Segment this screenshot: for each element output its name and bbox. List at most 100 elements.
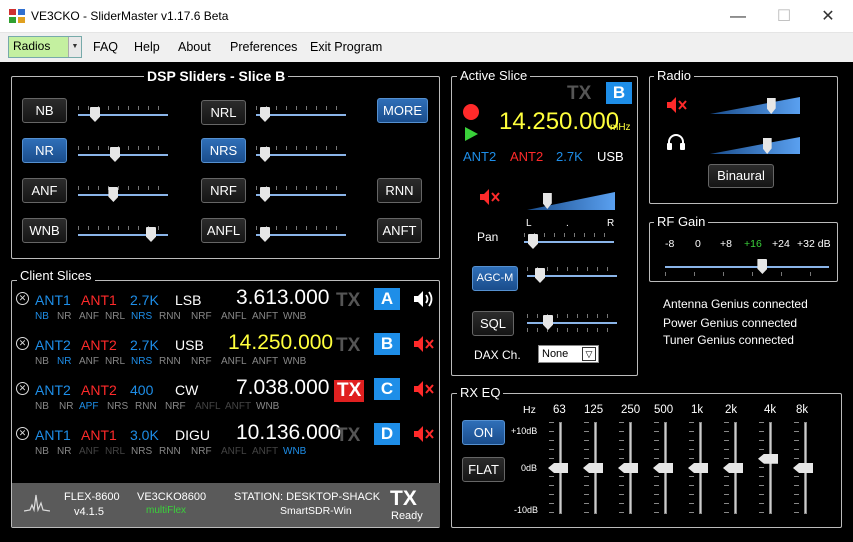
slider-thumb[interactable] [90,107,100,122]
menu-faq[interactable]: FAQ [93,40,118,54]
wnb-slider[interactable] [78,226,168,244]
slice-flag[interactable]: NRS [131,446,152,457]
slice-flag[interactable]: NB [35,356,49,367]
nrl-button[interactable]: NRL [201,100,246,125]
pan-slider[interactable] [524,233,614,251]
anft-button[interactable]: ANFT [377,218,422,243]
slice-tx-antenna[interactable]: ANT2 [81,337,117,353]
slice-flag[interactable]: NRS [131,311,152,322]
slice-flag[interactable]: ANFL [221,446,247,457]
eq-band-slider[interactable] [758,422,778,514]
slice-mode[interactable]: CW [175,382,198,398]
nr-button[interactable]: NR [22,138,67,163]
agc-slider[interactable] [527,267,617,285]
active-bandwidth[interactable]: 2.7K [556,149,583,164]
slice-tx-antenna[interactable]: ANT1 [81,427,117,443]
speaker-muted-icon[interactable] [413,379,435,399]
slice-flag[interactable]: NR [57,311,71,322]
nb-button[interactable]: NB [22,98,67,123]
slice-letter[interactable]: A [374,288,400,310]
rnn-button[interactable]: RNN [377,178,422,203]
slice-flag[interactable]: RNN [159,356,181,367]
nr-slider[interactable] [78,146,168,164]
minimize-button[interactable]: — [715,0,761,33]
nrs-slider[interactable] [256,146,346,164]
slice-flag[interactable]: NRL [105,356,125,367]
slice-flag[interactable]: ANF [79,356,99,367]
slice-flag[interactable]: NRL [105,446,125,457]
speaker-icon[interactable] [413,289,435,309]
slice-bandwidth[interactable]: 2.7K [130,292,159,308]
eq-band-slider[interactable] [793,422,813,514]
menu-preferences[interactable]: Preferences [230,40,297,54]
eq-flat-button[interactable]: FLAT [462,457,505,482]
slice-flag[interactable]: NRF [191,311,212,322]
slice-tx-antenna[interactable]: ANT2 [81,382,117,398]
slider-thumb[interactable] [108,187,119,202]
slice-letter[interactable]: B [374,333,400,355]
slider-thumb[interactable] [260,147,270,162]
slice-frequency[interactable]: 3.613.000 [236,286,329,310]
slice-flag[interactable]: NRF [191,446,212,457]
rf-gain-slider[interactable] [665,258,829,276]
menu-exit-program[interactable]: Exit Program [310,40,382,54]
menu-help[interactable]: Help [134,40,160,54]
nrs-button[interactable]: NRS [201,138,246,163]
slice-tx-button[interactable]: TX [336,425,360,447]
slice-flag[interactable]: NB [35,311,49,322]
agc-button[interactable]: AGC-M [472,266,518,291]
anfl-slider[interactable] [256,226,346,244]
slice-flag[interactable]: NR [59,401,73,412]
slice-flag[interactable]: WNB [283,446,306,457]
slice-flag[interactable]: WNB [283,311,306,322]
eq-band-slider[interactable] [723,422,743,514]
chevron-down-icon[interactable]: ▼ [68,37,81,57]
slice-flag[interactable]: WNB [283,356,306,367]
slice-rx-antenna[interactable]: ANT1 [35,427,71,443]
slice-flag[interactable]: RNN [159,311,181,322]
slice-tx-button[interactable]: TX [334,380,365,402]
eq-on-button[interactable]: ON [462,420,505,445]
sql-button[interactable]: SQL [472,311,514,336]
binaural-button[interactable]: Binaural [708,164,774,188]
slice-tx-button[interactable]: TX [336,335,360,357]
active-slice-letter[interactable]: B [606,82,632,104]
slice-frequency[interactable]: 14.250.000 [228,331,333,355]
slice-flag[interactable]: ANFT [252,446,278,457]
slice-flag[interactable]: RNN [159,446,181,457]
slice-flag[interactable]: ANF [79,311,99,322]
eq-band-slider[interactable] [618,422,638,514]
maximize-button[interactable]: ☐ [761,0,807,33]
chevron-down-icon[interactable]: ▽ [582,347,596,361]
remove-slice-icon[interactable]: ✕ [16,337,29,350]
slice-flag[interactable]: ANFL [221,356,247,367]
slice-frequency[interactable]: 7.038.000 [236,376,329,400]
slice-flag[interactable]: ANFT [252,356,278,367]
slice-flag[interactable]: ANFL [221,311,247,322]
slice-letter[interactable]: D [374,423,400,445]
slice-bandwidth[interactable]: 400 [130,382,153,398]
nrf-button[interactable]: NRF [201,178,246,203]
active-frequency[interactable]: 14.250.000 [499,108,619,136]
slice-tx-button[interactable]: TX [336,290,360,312]
slice-frequency[interactable]: 10.136.000 [236,421,341,445]
eq-band-slider[interactable] [583,422,603,514]
slice-bandwidth[interactable]: 2.7K [130,337,159,353]
record-icon[interactable] [463,104,479,120]
slice-flag[interactable]: ANFT [225,401,251,412]
remove-slice-icon[interactable]: ✕ [16,382,29,395]
anf-slider[interactable] [78,186,168,204]
slice-flag[interactable]: APF [79,401,98,412]
headphones-icon[interactable] [666,133,686,151]
menu-about[interactable]: About [178,40,211,54]
anfl-button[interactable]: ANFL [201,218,246,243]
speaker-muted-icon[interactable] [479,187,501,207]
slice-flag[interactable]: NB [35,446,49,457]
slice-bandwidth[interactable]: 3.0K [130,427,159,443]
slice-rx-antenna[interactable]: ANT2 [35,337,71,353]
slice-tx-antenna[interactable]: ANT1 [81,292,117,308]
slice-flag[interactable]: RNN [135,401,157,412]
slice-flag[interactable]: NRS [131,356,152,367]
more-button[interactable]: MORE [377,98,428,123]
slice-flag[interactable]: NRF [191,356,212,367]
